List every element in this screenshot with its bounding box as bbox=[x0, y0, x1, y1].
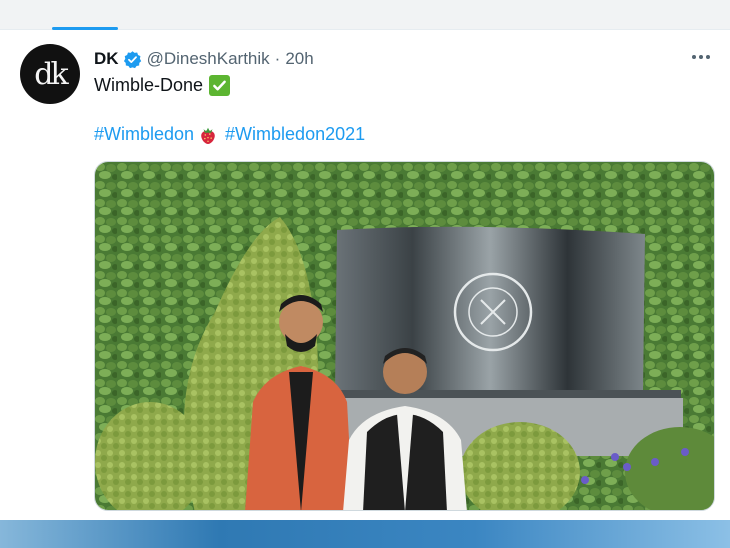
tweet-timestamp[interactable]: 20h bbox=[285, 49, 313, 69]
separator-dot: · bbox=[274, 49, 281, 68]
twitter-screen: dk DK @DineshKarthik · 20h Wimble-Done #… bbox=[0, 0, 730, 548]
more-options-icon[interactable] bbox=[692, 55, 710, 59]
verified-badge-icon bbox=[123, 50, 141, 68]
white-heavy-check-mark-icon bbox=[209, 75, 231, 96]
tweet-header: DK @DineshKarthik · 20h bbox=[94, 49, 314, 69]
tweet-text-content: Wimble-Done bbox=[94, 75, 204, 95]
hashtag-wimbledon2021[interactable]: #Wimbledon2021 bbox=[225, 124, 365, 145]
hashtag-wimbledon[interactable]: #Wimbledon bbox=[94, 124, 194, 145]
avatar-monogram: dk bbox=[34, 56, 68, 92]
tweet-photo[interactable] bbox=[94, 161, 715, 511]
tweet-card[interactable]: dk DK @DineshKarthik · 20h Wimble-Done #… bbox=[0, 31, 730, 520]
photo-scene bbox=[95, 162, 714, 510]
avatar[interactable]: dk bbox=[20, 44, 80, 104]
active-tab-indicator bbox=[52, 27, 118, 30]
tweet-text: Wimble-Done bbox=[94, 75, 231, 96]
hashtag-row: #Wimbledon #Wimbledon2021 bbox=[94, 124, 365, 145]
display-name[interactable]: DK bbox=[94, 49, 119, 69]
strawberry-icon bbox=[201, 127, 215, 144]
timeline-tab-bar bbox=[0, 0, 730, 30]
author-handle[interactable]: @DineshKarthik bbox=[147, 49, 270, 69]
page-footer-band bbox=[0, 520, 730, 548]
